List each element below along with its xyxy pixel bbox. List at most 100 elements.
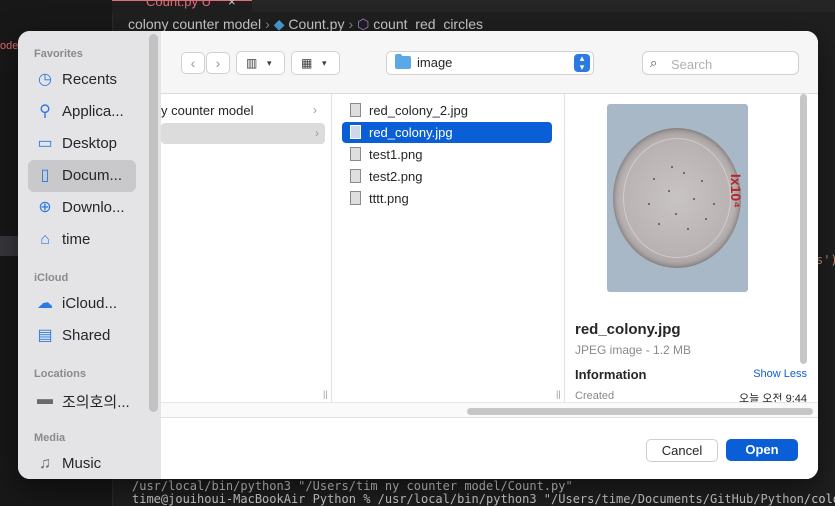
code-fragment: s') (816, 253, 835, 267)
colony-dot (701, 180, 703, 182)
created-label: Created (575, 390, 615, 402)
sidebar-item-downloads[interactable]: ⊕ Downlo... (28, 192, 136, 224)
sidebar-item-music[interactable]: ♫ Music (28, 448, 136, 479)
preview-kind: JPEG image - 1.2 MB (575, 343, 692, 357)
breadcrumb-symbol[interactable]: count_red_circles (373, 16, 483, 32)
desktop-icon: ▭ (37, 135, 53, 152)
horizontal-scrollbar[interactable] (161, 402, 818, 418)
file-name: tttt.png (369, 191, 409, 206)
sidebar-item-label: Applica... (62, 103, 124, 120)
terminal-line: time@jouihoui-MacBookAir Python % /usr/l… (132, 492, 835, 506)
colony-dot (648, 203, 650, 205)
file-name: red_colony_2.jpg (369, 103, 469, 118)
clock-icon: ◷ (38, 71, 52, 88)
file-name: test2.png (369, 169, 423, 184)
sidebar-item-recents[interactable]: ◷ Recents (28, 64, 136, 96)
location-popup[interactable]: image ▴ ▾ (386, 51, 594, 75)
image-file-icon (350, 147, 361, 161)
file-item[interactable]: red_colony_2.jpg (342, 100, 552, 121)
breadcrumb-folder[interactable]: colony counter model (128, 16, 261, 32)
sidebar-item-desktop[interactable]: ▭ Desktop (28, 128, 136, 160)
file-item-selected[interactable]: red_colony.jpg (342, 122, 552, 143)
document-icon: ▯ (40, 167, 50, 184)
image-file-icon (350, 169, 361, 183)
dialog-button-bar: Cancel Open (161, 417, 818, 479)
preview-scrollbar[interactable] (800, 94, 808, 402)
plate-marking: Ix10⁴ (728, 173, 745, 209)
function-icon: ⬡ (357, 16, 370, 32)
file-name: test1.png (369, 147, 423, 162)
column-view-icon: ▥ (246, 56, 258, 70)
search-field[interactable]: ⌕ (642, 51, 799, 75)
column-resize-handle[interactable]: || (556, 389, 561, 399)
browser-column-1: y counter model › › || (161, 94, 332, 402)
sidebar-item-home[interactable]: ⌂ time (28, 224, 136, 256)
chevron-down-icon: ▾ (267, 58, 272, 68)
back-button[interactable]: ‹ (181, 52, 205, 74)
sidebar-item-label: Music (62, 455, 102, 472)
breadcrumb-file[interactable]: Count.py (288, 16, 344, 32)
plate-rim (623, 138, 731, 258)
sidebar-item-macbook[interactable]: ▬ 조의호의... (28, 384, 136, 416)
group-by-button[interactable]: ▦ ▾ (291, 51, 340, 75)
sidebar-item-shared[interactable]: ▤ Shared (28, 320, 136, 352)
sidebar-section-media: Media (34, 432, 66, 444)
colony-dot (671, 166, 673, 168)
list-item[interactable]: › (161, 123, 325, 144)
colony-dot (653, 178, 655, 180)
colony-dot (693, 198, 695, 200)
music-icon: ♫ (39, 455, 51, 472)
chevron-down-icon: ▾ (322, 58, 327, 68)
sidebar-item-documents[interactable]: ▯ Docum... (28, 160, 136, 192)
open-file-dialog: Favorites ◷ Recents ⚲ Applica... ▭ Deskt… (18, 31, 818, 479)
file-item[interactable]: test1.png (342, 144, 552, 165)
show-less-link[interactable]: Show Less (753, 368, 807, 380)
sidebar-item-icloud-drive[interactable]: ☁ iCloud... (28, 288, 136, 320)
terminal-line: /usr/local/bin/python3 "/Users/tim ny co… (132, 479, 573, 493)
image-file-icon (350, 103, 361, 117)
column-view-button[interactable]: ▥ ▾ (236, 51, 285, 75)
preview-filename: red_colony.jpg (575, 321, 681, 338)
sidebar-item-label: iCloud... (62, 295, 118, 312)
scrollbar-thumb[interactable] (467, 408, 813, 415)
file-name: red_colony.jpg (369, 125, 453, 140)
scrollbar-thumb[interactable] (800, 94, 807, 364)
colony-dot (675, 213, 677, 215)
folder-icon (395, 54, 411, 69)
browser-column-2: red_colony_2.jpg red_colony.jpg test1.pn… (332, 94, 565, 402)
colony-dot (705, 218, 707, 220)
tab-close-icon[interactable]: × (228, 0, 236, 9)
forward-button[interactable]: › (206, 52, 230, 74)
dialog-sidebar: Favorites ◷ Recents ⚲ Applica... ▭ Deskt… (18, 31, 161, 479)
open-button[interactable]: Open (726, 439, 798, 461)
colony-dot (713, 203, 715, 205)
colony-dot (658, 223, 660, 225)
location-label: image (417, 55, 453, 70)
petri-dish-image: Ix10⁴ (613, 128, 745, 268)
home-icon: ⌂ (40, 231, 50, 248)
sidebar-item-label: Desktop (62, 135, 118, 152)
grid-icon: ▦ (301, 56, 313, 70)
column-resize-handle[interactable]: || (323, 389, 328, 399)
applications-icon: ⚲ (39, 103, 51, 120)
search-input[interactable] (669, 54, 793, 74)
sidebar-item-label: Shared (62, 327, 111, 344)
editor-tab-label: Count.py U (146, 0, 212, 9)
file-item[interactable]: tttt.png (342, 188, 552, 209)
list-item[interactable]: y counter model › (161, 100, 323, 121)
download-icon: ⊕ (38, 199, 52, 216)
sidebar-item-applications[interactable]: ⚲ Applica... (28, 96, 136, 128)
cloud-icon: ☁ (37, 295, 53, 312)
preview-pane: Ix10⁴ red_colony.jpg JPEG image - 1.2 MB (565, 94, 818, 405)
sidebar-section-locations: Locations (34, 368, 86, 380)
sidebar-item-label: 조의호의... (62, 394, 130, 411)
sidebar-scrollbar[interactable] (149, 34, 158, 412)
file-item[interactable]: test2.png (342, 166, 552, 187)
colony-dot (668, 190, 670, 192)
chevron-right-icon: › (315, 126, 319, 140)
dialog-main: ‹ › ▥ ▾ ▦ ▾ image ▴▾ ⌕ y counter model (161, 31, 818, 479)
laptop-icon: ▬ (37, 391, 53, 408)
dialog-toolbar: ‹ › ▥ ▾ ▦ ▾ image ▴ ▾ ⌕ (161, 31, 818, 94)
sidebar-item-label: time (62, 231, 91, 248)
cancel-button[interactable]: Cancel (646, 439, 718, 462)
